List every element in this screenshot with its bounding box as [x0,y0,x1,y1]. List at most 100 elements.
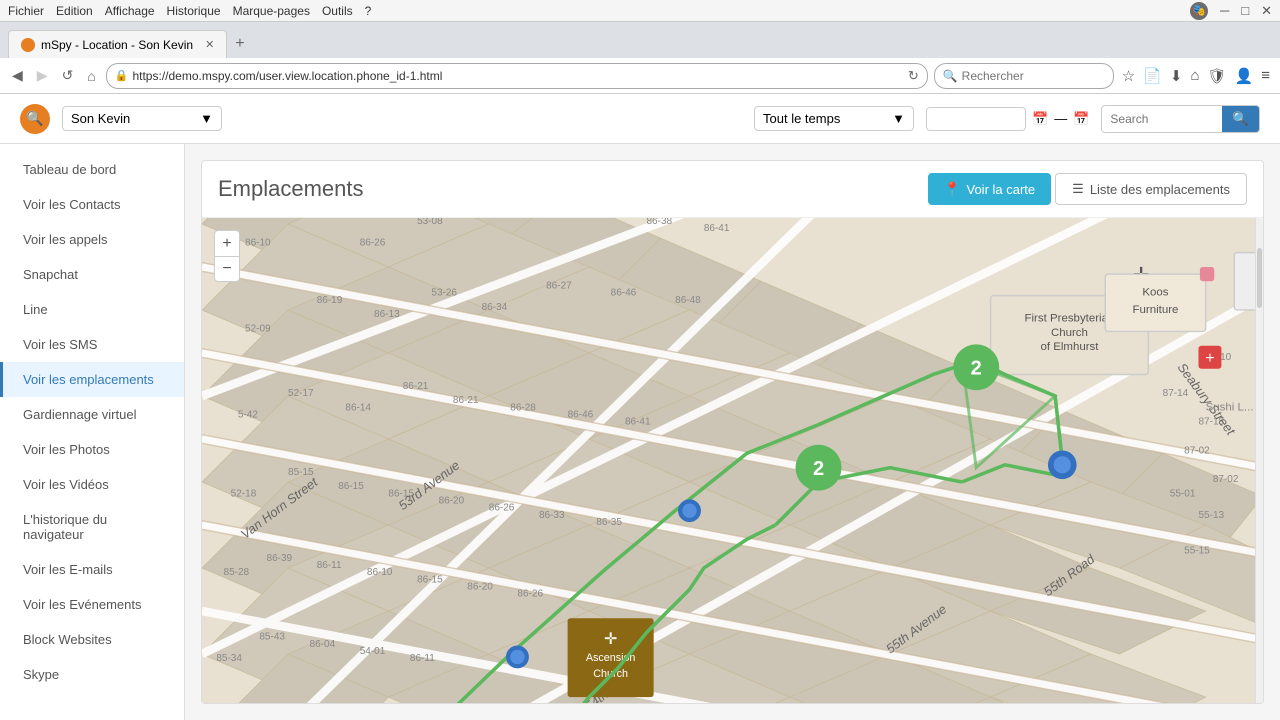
tab-close-button[interactable]: ✕ [205,38,214,51]
menu-edition[interactable]: Edition [56,4,93,18]
maximize-button[interactable]: □ [1241,3,1249,18]
sidebar-item-tableau-de-bord[interactable]: Tableau de bord [0,152,184,187]
view-map-button[interactable]: 📍 Voir la carte [928,173,1051,205]
menu-affichage[interactable]: Affichage [105,4,155,18]
svg-text:Koos: Koos [1142,287,1168,299]
sidebar-item-voir-appels[interactable]: Voir les appels [0,222,184,257]
svg-text:86-15: 86-15 [338,481,364,492]
home-icon[interactable]: ⌂ [1188,65,1201,86]
svg-text:86-20: 86-20 [467,582,493,593]
tab-bar: mSpy - Location - Son Kevin ✕ + [0,22,1280,58]
sidebar-item-voir-evenements[interactable]: Voir les Evénements [0,587,184,622]
svg-text:86-04: 86-04 [310,639,336,650]
sidebar-item-snapchat[interactable]: Snapchat [0,257,184,292]
svg-text:5-42: 5-42 [238,409,258,420]
view-map-label: Voir la carte [967,182,1036,197]
svg-text:86-10: 86-10 [367,567,393,578]
browser-search-input[interactable] [962,69,1092,83]
app-search-input[interactable] [1102,108,1222,130]
bookmark-icon[interactable]: ☆ [1120,65,1137,87]
profile-icon[interactable]: 👤 [1233,65,1256,87]
close-button[interactable]: ✕ [1261,3,1272,19]
svg-text:55-13: 55-13 [1198,510,1224,521]
svg-text:86-41: 86-41 [704,223,730,234]
download-icon[interactable]: ⬇ [1168,65,1185,87]
svg-text:87-02: 87-02 [1184,445,1210,456]
svg-text:2: 2 [971,357,982,379]
svg-text:86-21: 86-21 [453,395,479,406]
forward-button[interactable]: ▶ [33,65,52,86]
zoom-in-button[interactable]: + [214,230,240,256]
svg-text:86-33: 86-33 [539,510,565,521]
map-svg: 86-10 86-23 86-26 53-08 53-12 53-16 53-1… [202,218,1263,703]
svg-text:86-27: 86-27 [546,280,572,291]
zoom-out-button[interactable]: − [214,256,240,282]
svg-text:of Elmhurst: of Elmhurst [1040,341,1099,353]
date-range: 📅 — 📅 [926,107,1089,131]
menu-historique[interactable]: Historique [167,4,221,18]
sidebar-item-voir-contacts[interactable]: Voir les Contacts [0,187,184,222]
search-icon: 🔍 [943,69,958,83]
svg-text:86-13: 86-13 [374,309,400,320]
view-list-label: Liste des emplacements [1090,182,1230,197]
date-from-input[interactable] [926,107,1026,131]
date-separator: — [1054,111,1067,126]
menu-marque-pages[interactable]: Marque-pages [233,4,310,18]
device-selector[interactable]: Son Kevin ▼ [62,106,222,131]
content-card: Emplacements 📍 Voir la carte ☰ Liste des… [201,160,1264,704]
svg-text:86-35: 86-35 [596,517,622,528]
svg-text:87-14: 87-14 [1163,388,1189,399]
svg-text:86-46: 86-46 [568,409,594,420]
minimize-button[interactable]: ─ [1220,3,1229,18]
svg-text:52-17: 52-17 [288,388,314,399]
svg-text:86-34: 86-34 [482,302,508,313]
view-list-button[interactable]: ☰ Liste des emplacements [1055,173,1247,205]
svg-text:87-02: 87-02 [1213,474,1239,485]
map-container[interactable]: + − [202,218,1263,703]
sidebar-item-voir-emails[interactable]: Voir les E-mails [0,552,184,587]
svg-text:86-14: 86-14 [345,402,371,413]
browser-search-bar[interactable]: 🔍 [934,63,1114,89]
reading-icon[interactable]: 📄 [1141,65,1164,87]
sidebar-item-voir-videos[interactable]: Voir les Vidéos [0,467,184,502]
svg-text:86-19: 86-19 [317,295,343,306]
toolbar-icons: ☆ 📄 ⬇ ⌂ 🛡 👤 ≡ [1120,65,1272,87]
sidebar-item-voir-emplacements[interactable]: Voir les emplacements [0,362,184,397]
svg-text:86-26: 86-26 [517,589,543,600]
back-button[interactable]: ◀ [8,65,27,86]
sidebar-item-historique-navigateur[interactable]: L'historique du navigateur [0,502,184,552]
zoom-controls: + − [214,230,240,282]
new-tab-button[interactable]: + [227,30,252,58]
shield-icon[interactable]: 🛡 [1206,65,1229,87]
calendar-to-icon[interactable]: 📅 [1073,111,1089,127]
device-name: Son Kevin [71,111,130,126]
map-scrollbar[interactable] [1255,218,1263,703]
svg-text:Sushi L...: Sushi L... [1206,401,1254,413]
active-tab[interactable]: mSpy - Location - Son Kevin ✕ [8,30,227,58]
menu-bar: Fichier Edition Affichage Historique Mar… [0,0,1280,22]
sidebar-item-gardiennage-virtuel[interactable]: Gardiennage virtuel [0,397,184,432]
sidebar-item-voir-photos[interactable]: Voir les Photos [0,432,184,467]
menu-outils[interactable]: Outils [322,4,353,18]
refresh-button[interactable]: ↺ [58,65,78,86]
time-selector[interactable]: Tout le temps ▼ [754,106,914,131]
svg-text:85-43: 85-43 [259,632,285,643]
home-button[interactable]: ⌂ [83,66,99,86]
menu-fichier[interactable]: Fichier [8,4,44,18]
url-refresh-icon[interactable]: ↻ [908,68,919,84]
sidebar-item-voir-sms[interactable]: Voir les SMS [0,327,184,362]
app-search-button[interactable]: 🔍 [1222,106,1259,132]
sidebar-item-block-websites[interactable]: Block Websites [0,622,184,657]
svg-text:✛: ✛ [604,631,617,648]
svg-text:55-01: 55-01 [1170,488,1196,499]
menu-help[interactable]: ? [365,4,372,18]
svg-text:86-26: 86-26 [360,237,386,248]
sidebar-item-skype[interactable]: Skype [0,657,184,692]
calendar-from-icon[interactable]: 📅 [1032,111,1048,127]
svg-text:86-20: 86-20 [439,496,465,507]
sidebar-item-line[interactable]: Line [0,292,184,327]
page-title: Emplacements [218,176,364,202]
svg-text:85-28: 85-28 [224,567,250,578]
svg-text:86-39: 86-39 [267,553,293,564]
menu-icon[interactable]: ≡ [1259,65,1272,86]
